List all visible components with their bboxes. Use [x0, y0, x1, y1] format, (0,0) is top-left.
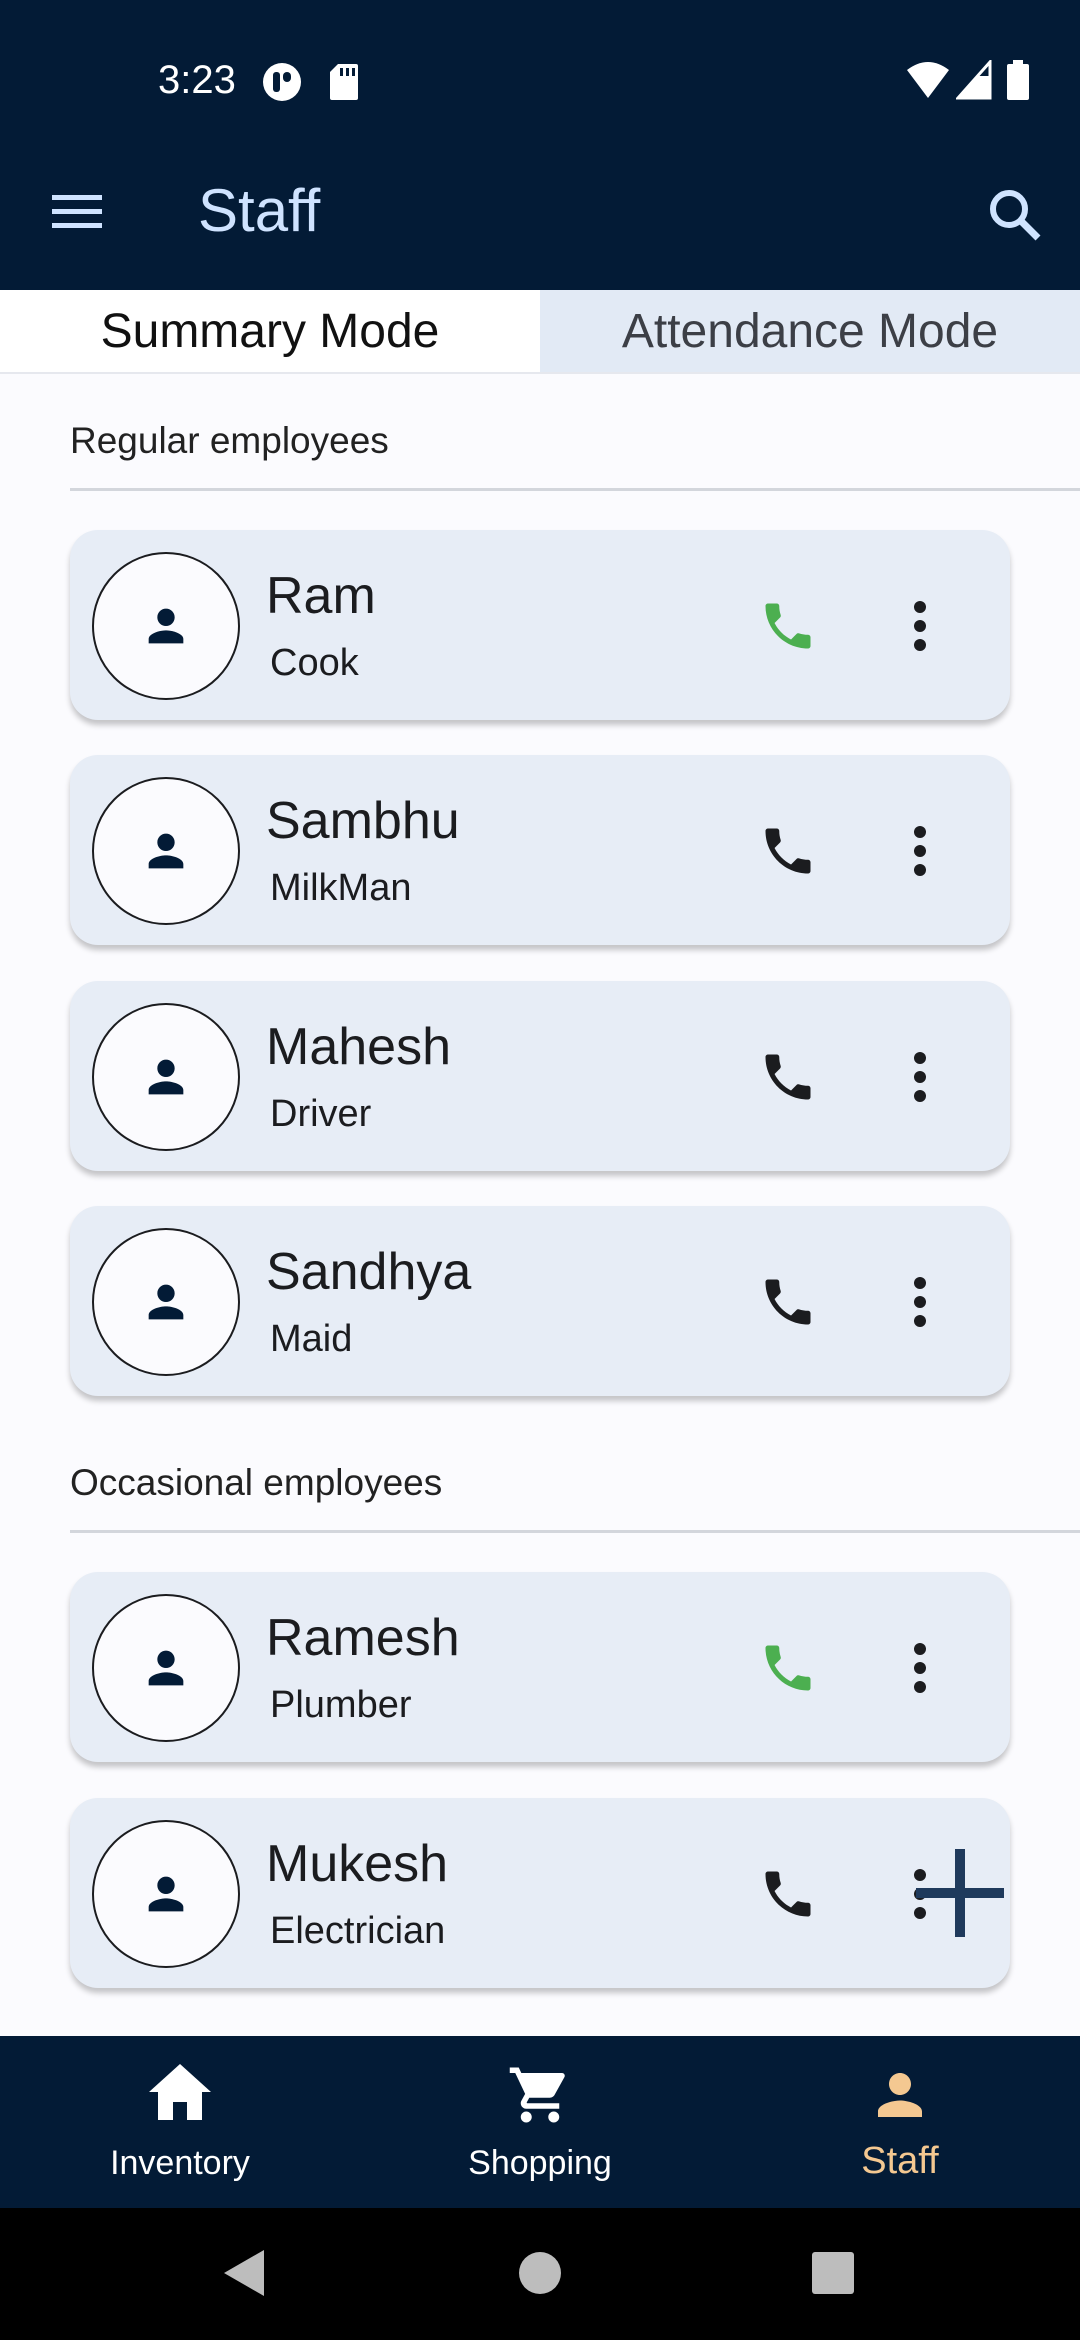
more-options-button[interactable] — [890, 1264, 950, 1340]
section-title-occasional: Occasional employees — [70, 1462, 443, 1503]
status-time: 3:23 — [158, 58, 236, 102]
more-options-button[interactable] — [890, 588, 950, 664]
employee-name: Mahesh — [266, 1018, 451, 1076]
employee-role: Plumber — [270, 1684, 412, 1726]
nav-label: Inventory — [110, 2144, 250, 2182]
person-icon — [148, 608, 184, 644]
square-icon — [812, 2252, 854, 2294]
employee-role: Electrician — [270, 1910, 446, 1952]
search-button[interactable] — [980, 180, 1050, 250]
status-bar: 3:23 — [0, 0, 1080, 166]
tab-attendance-mode[interactable]: Attendance Mode — [540, 290, 1080, 372]
call-button[interactable] — [750, 588, 826, 664]
nav-item-inventory[interactable]: Inventory — [0, 2036, 360, 2208]
battery-icon — [1006, 60, 1030, 105]
employee-card[interactable]: Sandhya Maid — [70, 1206, 1010, 1396]
person-icon — [878, 2073, 922, 2117]
home-nav-button[interactable] — [517, 2248, 563, 2303]
phone-icon — [765, 1871, 811, 1917]
menu-button[interactable] — [40, 184, 114, 240]
mode-tabs: Summary Mode Attendance Mode — [0, 290, 1080, 374]
nav-item-staff[interactable]: Staff — [720, 2036, 1080, 2208]
call-button[interactable] — [750, 1264, 826, 1340]
cart-icon — [509, 2067, 565, 2123]
menu-icon — [52, 195, 102, 228]
more-vert-icon — [914, 601, 926, 651]
lens-icon — [262, 62, 302, 107]
search-icon — [990, 190, 1041, 241]
nav-item-shopping[interactable]: Shopping — [360, 2036, 720, 2208]
signal-icon — [954, 58, 992, 105]
avatar — [92, 777, 240, 925]
call-button[interactable] — [750, 1856, 826, 1932]
recents-button[interactable] — [810, 2248, 856, 2303]
employee-card[interactable]: Mahesh Driver — [70, 981, 1010, 1171]
more-vert-icon — [914, 826, 926, 876]
circle-icon — [519, 2252, 561, 2294]
call-button[interactable] — [750, 813, 826, 889]
person-icon — [148, 1284, 184, 1320]
section-title-regular: Regular employees — [70, 420, 389, 461]
employee-card[interactable]: Sambhu MilkMan — [70, 755, 1010, 945]
employee-role: Maid — [270, 1318, 353, 1360]
person-icon — [148, 1650, 184, 1686]
more-vert-icon — [914, 1277, 926, 1327]
app-bar — [0, 166, 1080, 290]
person-icon — [148, 1059, 184, 1095]
phone-icon — [765, 603, 811, 649]
nav-label: Staff — [861, 2140, 939, 2182]
employee-role: MilkMan — [270, 867, 412, 909]
avatar — [92, 552, 240, 700]
phone-icon — [765, 828, 811, 874]
phone-icon — [765, 1054, 811, 1100]
add-staff-button[interactable] — [905, 1838, 1015, 1948]
more-vert-icon — [914, 1643, 926, 1693]
bottom-nav: Inventory Shopping Staff — [0, 2036, 1080, 2208]
call-button[interactable] — [750, 1039, 826, 1115]
employee-name: Ram — [266, 567, 376, 625]
more-options-button[interactable] — [890, 813, 950, 889]
employee-name: Ramesh — [266, 1609, 460, 1667]
nav-label: Shopping — [468, 2144, 612, 2182]
call-button[interactable] — [750, 1630, 826, 1706]
employee-role: Cook — [270, 642, 359, 684]
wifi-icon — [906, 60, 950, 105]
person-icon — [148, 1876, 184, 1912]
employee-name: Sandhya — [266, 1243, 472, 1301]
avatar — [92, 1003, 240, 1151]
phone-icon — [765, 1279, 811, 1325]
home-icon — [149, 2064, 211, 2120]
phone-icon — [765, 1645, 811, 1691]
avatar — [92, 1820, 240, 1968]
more-options-button[interactable] — [890, 1630, 950, 1706]
employee-name: Mukesh — [266, 1835, 449, 1893]
tab-summary-mode[interactable]: Summary Mode — [0, 290, 540, 372]
plus-icon — [916, 1849, 1004, 1937]
back-icon — [224, 2250, 264, 2296]
person-icon — [148, 833, 184, 869]
divider — [70, 488, 1080, 491]
employee-card[interactable]: Ram Cook — [70, 530, 1010, 720]
employee-role: Driver — [270, 1093, 372, 1135]
system-nav-bar — [0, 2208, 1080, 2340]
more-vert-icon — [914, 1052, 926, 1102]
avatar — [92, 1228, 240, 1376]
employee-card[interactable]: Ramesh Plumber — [70, 1572, 1010, 1762]
page-title: Staff — [198, 177, 321, 244]
divider — [70, 1530, 1080, 1533]
back-button[interactable] — [222, 2248, 266, 2303]
more-options-button[interactable] — [890, 1039, 950, 1115]
sd-card-icon — [328, 62, 360, 107]
avatar — [92, 1594, 240, 1742]
employee-name: Sambhu — [266, 792, 460, 850]
employee-card[interactable]: Mukesh Electrician — [70, 1798, 1010, 1988]
